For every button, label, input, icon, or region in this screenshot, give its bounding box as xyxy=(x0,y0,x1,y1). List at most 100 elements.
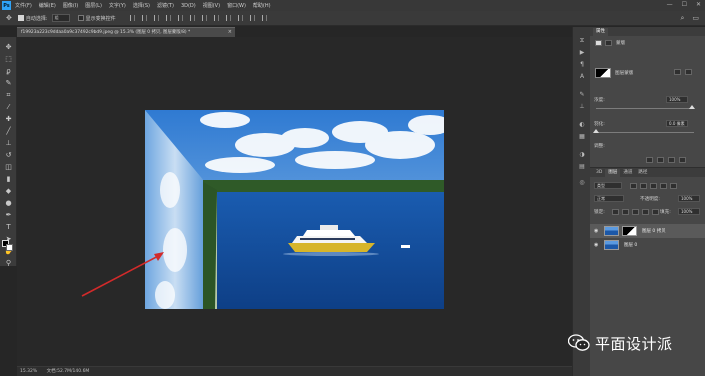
tab-paths[interactable]: 路径 xyxy=(635,169,650,177)
opacity-field[interactable]: 100% xyxy=(678,195,700,202)
add-vector-mask-icon[interactable] xyxy=(685,69,692,75)
add-pixel-mask-icon[interactable] xyxy=(674,69,681,75)
clone-source-icon[interactable]: ⊥ xyxy=(578,103,586,111)
layer-name[interactable]: 图层 0 拷贝 xyxy=(642,228,666,234)
menu-3d[interactable]: 3D(D) xyxy=(181,3,196,9)
auto-select-dropdown[interactable]: 组 xyxy=(51,14,70,22)
tab-layers[interactable]: 图层 xyxy=(605,169,621,177)
tab-properties[interactable]: 属性 xyxy=(593,28,608,36)
density-field[interactable]: 100% xyxy=(666,96,688,103)
blur-tool-icon[interactable]: ◆ xyxy=(4,187,13,195)
menu-window[interactable]: 窗口(W) xyxy=(227,2,246,9)
eyedropper-tool-icon[interactable]: ⁄ xyxy=(4,103,13,111)
minimize-button[interactable]: — xyxy=(667,1,673,8)
align-left-icon[interactable] xyxy=(129,15,135,21)
menu-image[interactable]: 图像(I) xyxy=(63,2,78,9)
close-window-button[interactable]: ✕ xyxy=(696,1,701,8)
close-document-icon[interactable]: × xyxy=(228,28,232,37)
load-selection-icon[interactable] xyxy=(646,157,653,163)
lock-artboard-icon[interactable] xyxy=(642,209,649,215)
align-top-icon[interactable] xyxy=(165,15,171,21)
apply-mask-icon[interactable] xyxy=(657,157,664,163)
delete-mask-icon[interactable] xyxy=(679,157,686,163)
fill-field[interactable]: 100% xyxy=(678,208,700,215)
paragraph-panel-icon[interactable]: ¶ xyxy=(578,61,586,69)
menu-layer[interactable]: 图层(L) xyxy=(85,2,102,9)
density-slider-thumb[interactable] xyxy=(689,105,695,109)
layer-row-base[interactable]: ◉ 图层 0 xyxy=(590,238,705,252)
marquee-tool-icon[interactable]: ⬚ xyxy=(4,55,13,63)
move-tool-preset-icon[interactable]: ✥ xyxy=(6,14,12,22)
transform-controls-checkbox[interactable] xyxy=(77,15,84,21)
distribute-vcenter-icon[interactable] xyxy=(213,15,219,21)
filter-type-icon[interactable] xyxy=(650,183,657,189)
menu-edit[interactable]: 编辑(E) xyxy=(39,2,56,9)
auto-select-checkbox[interactable] xyxy=(17,15,24,21)
menu-filter[interactable]: 滤镜(T) xyxy=(157,2,174,9)
blend-mode-dropdown[interactable]: 正常 xyxy=(594,195,624,202)
lock-paint-icon[interactable] xyxy=(622,209,629,215)
align-hcenter-icon[interactable] xyxy=(141,15,147,21)
density-slider-track[interactable] xyxy=(596,108,694,109)
feather-slider-track[interactable] xyxy=(596,132,694,133)
brush-tool-icon[interactable]: ╱ xyxy=(4,127,13,135)
eraser-tool-icon[interactable]: ◫ xyxy=(4,163,13,171)
menu-select[interactable]: 选择(S) xyxy=(133,2,150,9)
distribute-top-icon[interactable] xyxy=(201,15,207,21)
align-right-icon[interactable] xyxy=(153,15,159,21)
zoom-tool-icon[interactable]: ⚲ xyxy=(4,259,13,267)
crop-tool-icon[interactable]: ⌗ xyxy=(4,91,13,99)
zoom-level[interactable]: 15.32% xyxy=(20,369,37,374)
distribute-bottom-icon[interactable] xyxy=(225,15,231,21)
align-bottom-icon[interactable] xyxy=(189,15,195,21)
filter-adjust-icon[interactable] xyxy=(640,183,647,189)
clone-stamp-tool-icon[interactable]: ⊥ xyxy=(4,139,13,147)
menu-type[interactable]: 文字(Y) xyxy=(109,2,126,9)
styles-icon[interactable]: ▦ xyxy=(578,133,586,141)
document-image[interactable] xyxy=(145,110,444,309)
layer-mask-thumbnail[interactable] xyxy=(622,226,637,236)
lock-all-icon[interactable] xyxy=(652,209,659,215)
visibility-eye-icon[interactable]: ◉ xyxy=(594,242,598,248)
align-vcenter-icon[interactable] xyxy=(177,15,183,21)
move-tool-icon[interactable]: ✥ xyxy=(4,43,13,51)
layer-name[interactable]: 图层 0 xyxy=(624,242,637,248)
history-brush-tool-icon[interactable]: ↺ xyxy=(4,151,13,159)
document-tab[interactable]: f19923a223c9ddaa0a9c37492c9bd9.jpeg @ 15… xyxy=(17,27,235,37)
background-color-swatch[interactable] xyxy=(6,244,13,251)
filter-pixel-icon[interactable] xyxy=(630,183,637,189)
workspace-icon[interactable]: ▭ xyxy=(692,14,699,23)
menu-view[interactable]: 视图(V) xyxy=(203,2,220,9)
feather-slider-thumb[interactable] xyxy=(593,129,599,133)
tab-channels[interactable]: 通道 xyxy=(620,169,635,177)
distribute-right-icon[interactable] xyxy=(261,15,267,21)
brush-panel-icon[interactable]: ✎ xyxy=(578,91,586,99)
color-panel-icon[interactable]: ◑ xyxy=(578,151,586,159)
history-panel-icon[interactable]: ⧖ xyxy=(578,37,586,45)
vector-mask-icon[interactable] xyxy=(605,40,612,46)
healing-brush-tool-icon[interactable]: ✚ xyxy=(4,115,13,123)
lock-pixels-icon[interactable] xyxy=(612,209,619,215)
libraries-icon[interactable]: ◎ xyxy=(578,179,586,187)
filter-smart-icon[interactable] xyxy=(670,183,677,189)
character-panel-icon[interactable]: A xyxy=(578,73,586,81)
disable-mask-icon[interactable] xyxy=(668,157,675,163)
maximize-button[interactable]: ☐ xyxy=(682,1,687,8)
pen-tool-icon[interactable]: ✒ xyxy=(4,211,13,219)
lock-position-icon[interactable] xyxy=(632,209,639,215)
menu-file[interactable]: 文件(F) xyxy=(15,2,32,9)
pixel-mask-icon[interactable] xyxy=(595,40,602,46)
filter-shape-icon[interactable] xyxy=(660,183,667,189)
swatches-panel-icon[interactable]: ▤ xyxy=(578,163,586,171)
quick-select-tool-icon[interactable]: ✎ xyxy=(4,79,13,87)
menu-help[interactable]: 帮助(H) xyxy=(253,2,271,9)
search-icon[interactable]: ⌕ xyxy=(680,14,684,23)
feather-field[interactable]: 0.0 像素 xyxy=(666,120,688,127)
visibility-eye-icon[interactable]: ◉ xyxy=(594,228,598,234)
distribute-left-icon[interactable] xyxy=(237,15,243,21)
lasso-tool-icon[interactable]: ϼ xyxy=(4,67,13,75)
dodge-tool-icon[interactable]: ● xyxy=(4,199,13,207)
distribute-hcenter-icon[interactable] xyxy=(249,15,255,21)
type-tool-icon[interactable]: T xyxy=(4,223,13,231)
adjustments-icon[interactable]: ◐ xyxy=(578,121,586,129)
